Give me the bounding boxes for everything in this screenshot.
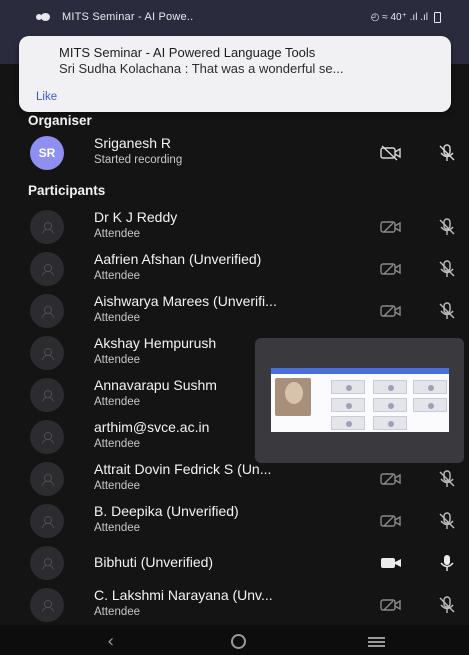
person-icon — [42, 347, 54, 360]
shared-screen-toolbar — [271, 368, 449, 374]
avatar-initials: SR — [38, 146, 56, 160]
person-icon — [42, 515, 54, 528]
video-icon[interactable] — [380, 554, 402, 572]
person-icon — [42, 305, 54, 318]
video-off-icon[interactable] — [380, 218, 402, 236]
participant-name: B. Deepika (Unverified) — [94, 503, 239, 519]
notification-body: Sri Sudha Kolachana : That was a wonderf… — [59, 61, 344, 76]
status-indicators: ◴ ≈ 40⁺ .ıl .ıl — [370, 11, 441, 23]
person-icon — [42, 599, 54, 612]
status-indicators-text: ◴ ≈ 40⁺ .ıl .ıl — [370, 11, 428, 23]
video-off-icon[interactable] — [380, 596, 402, 614]
avatar — [30, 420, 64, 454]
avatar — [30, 294, 64, 328]
video-tile — [373, 416, 407, 430]
video-off-icon[interactable] — [380, 470, 402, 488]
battery-icon — [434, 11, 441, 23]
participant-name: Dr K J Reddy — [94, 209, 178, 225]
participant-name: Aishwarya Marees (Unverifi... — [94, 293, 277, 309]
avatar: SR — [30, 136, 64, 170]
participant-row[interactable]: Attrait Dovin Fedrick S (Un... Attendee — [0, 458, 469, 500]
shared-screen — [271, 368, 449, 432]
mic-off-icon[interactable] — [437, 469, 457, 489]
mic-off-icon[interactable] — [437, 301, 457, 321]
participant-role: Attendee — [94, 228, 141, 240]
avatar — [30, 336, 64, 370]
person-icon — [42, 221, 54, 234]
participant-name: Bibhuti (Unverified) — [94, 554, 214, 570]
participant-role: Attendee — [94, 396, 141, 408]
participant-role: Attendee — [94, 312, 141, 324]
person-icon — [42, 473, 54, 486]
mic-icon[interactable] — [437, 553, 457, 573]
video-off-icon[interactable] — [380, 144, 402, 162]
person-icon — [42, 263, 54, 276]
avatar — [30, 504, 64, 538]
recent-apps-icon[interactable] — [368, 637, 385, 647]
participant-role: Attendee — [94, 522, 141, 534]
video-tile — [331, 380, 365, 394]
participant-row[interactable]: Aafrien Afshan (Unverified) Attendee — [0, 248, 469, 290]
mic-off-icon[interactable] — [437, 595, 457, 615]
video-tile — [373, 380, 407, 394]
mic-off-icon[interactable] — [437, 511, 457, 531]
organiser-header: Organiser — [28, 113, 92, 128]
avatar — [30, 588, 64, 622]
participant-name: arthim@svce.ac.in — [94, 419, 210, 435]
avatar — [30, 462, 64, 496]
video-off-icon[interactable] — [380, 260, 402, 278]
chat-notification[interactable]: MITS Seminar - AI Powered Language Tools… — [19, 36, 451, 112]
mic-off-icon[interactable] — [437, 217, 457, 237]
participant-row[interactable]: B. Deepika (Unverified) Attendee — [0, 500, 469, 542]
participant-role: Attendee — [94, 480, 141, 492]
avatar — [30, 546, 64, 580]
participant-row[interactable]: C. Lakshmi Narayana (Unv... Attendee — [0, 584, 469, 626]
video-tile — [331, 416, 365, 430]
mic-off-icon[interactable] — [437, 259, 457, 279]
avatar — [30, 210, 64, 244]
participant-role: Attendee — [94, 270, 141, 282]
video-tile — [373, 398, 407, 412]
video-off-icon[interactable] — [380, 512, 402, 530]
video-tile — [413, 380, 447, 394]
person-icon — [42, 431, 54, 444]
avatar — [30, 252, 64, 286]
participant-row[interactable]: Dr K J Reddy Attendee — [0, 206, 469, 248]
participant-name: Attrait Dovin Fedrick S (Un... — [94, 461, 272, 477]
teams-app-icon — [36, 12, 50, 22]
participants-header: Participants — [28, 183, 106, 198]
participant-role: Attendee — [94, 606, 141, 618]
video-off-icon[interactable] — [380, 302, 402, 320]
like-button[interactable]: Like — [36, 91, 57, 103]
participant-row[interactable]: Aishwarya Marees (Unverifi... Attendee — [0, 290, 469, 332]
avatar — [30, 378, 64, 412]
participant-name: C. Lakshmi Narayana (Unv... — [94, 587, 273, 603]
system-navigation-bar: ‹ — [0, 625, 469, 655]
mic-off-icon[interactable] — [437, 143, 457, 163]
status-bar-title: MITS Seminar - AI Powe.. — [62, 11, 194, 23]
participant-name: Annavarapu Sushm — [94, 377, 217, 393]
participant-status: Started recording — [94, 154, 183, 166]
video-tile — [413, 398, 447, 412]
participant-role: Attendee — [94, 354, 141, 366]
person-icon — [42, 557, 54, 570]
floating-video-window[interactable] — [255, 338, 464, 463]
participant-role: Attendee — [94, 438, 141, 450]
participant-name: Akshay Hempurush — [94, 335, 217, 351]
video-tile — [331, 398, 365, 412]
participant-name: Aafrien Afshan (Unverified) — [94, 251, 262, 267]
participant-name: Sriganesh R — [94, 135, 172, 151]
person-icon — [42, 389, 54, 402]
back-icon[interactable]: ‹ — [107, 631, 114, 652]
home-icon[interactable] — [231, 634, 246, 649]
notification-title: MITS Seminar - AI Powered Language Tools — [59, 45, 316, 60]
organiser-row[interactable]: SR Sriganesh R Started recording — [0, 132, 469, 174]
speaker-face — [285, 382, 303, 404]
status-bar: MITS Seminar - AI Powe.. ◴ ≈ 40⁺ .ıl .ıl — [0, 0, 469, 34]
participant-row[interactable]: Bibhuti (Unverified) — [0, 542, 469, 584]
